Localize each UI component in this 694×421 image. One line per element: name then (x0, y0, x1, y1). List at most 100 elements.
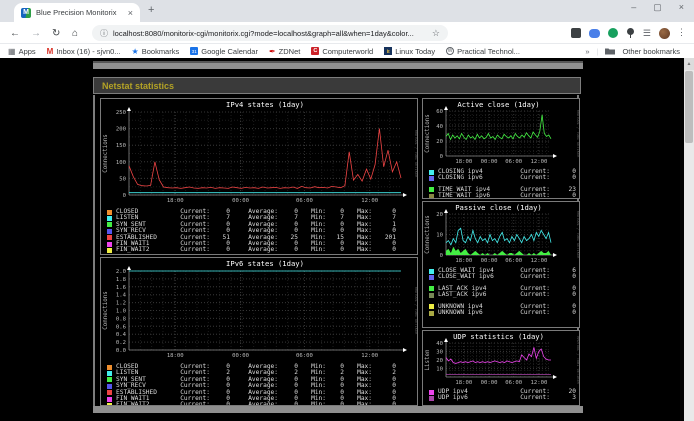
apps-shortcut[interactable]: ▦ Apps (8, 47, 36, 56)
legend-key: Current: (500, 193, 550, 199)
legend-value: 0 (550, 175, 576, 181)
window-minimize-button[interactable]: – (631, 2, 636, 13)
back-icon[interactable]: ← (10, 28, 20, 39)
scrollbar-up-arrow[interactable]: ▲ (684, 58, 694, 70)
divider: | (597, 47, 599, 56)
reload-icon[interactable]: ↻ (52, 28, 60, 39)
rrdtool-watermark: RRDTOOL / TOBI OETIKER (576, 211, 580, 259)
y-tick-label: 1.4 (116, 293, 127, 299)
section-header: Netstat statistics (93, 77, 581, 94)
browser-toolbar: ← → ↻ ⌂ ⓘ localhost:8080/monitorix-cgi/m… (0, 22, 694, 44)
computerworld-icon: C (311, 47, 319, 55)
active-close-legend: CLOSING ipv4Current:0CLOSING ipv6Current… (423, 167, 579, 199)
calendar-icon: 31 (190, 47, 198, 55)
y-tick-label: 200 (116, 127, 126, 133)
passive-close-legend: CLOSE_WAIT ipv4Current:6CLOSE_WAIT ipv6C… (423, 266, 579, 316)
browser-menu-icon[interactable]: ⋮ (677, 27, 686, 38)
legend-row: CLOSING ipv6Current:0 (429, 175, 579, 181)
legend-swatch (429, 293, 434, 298)
legend-value: 0 (278, 247, 298, 253)
y-tick-label: 30 (436, 350, 443, 356)
x-tick-label: 00:00 (481, 159, 498, 165)
x-tick-label: 12:00 (531, 159, 548, 165)
other-bookmarks-button[interactable]: Other bookmarks (622, 47, 680, 56)
browser-tab[interactable]: M Blue Precision Monitorix × (14, 3, 140, 22)
window-close-button[interactable]: × (679, 2, 684, 13)
scrollbar-thumb[interactable] (685, 71, 693, 143)
legend-swatch (107, 371, 112, 376)
legend-swatch (429, 269, 434, 274)
pin-extension-icon[interactable] (626, 28, 635, 38)
profile-avatar[interactable] (659, 28, 670, 39)
section-frame-bottom (93, 406, 583, 413)
page-scrollbar[interactable]: ▲ (684, 58, 694, 421)
legend-swatch (107, 216, 112, 221)
active-close-graph[interactable]: 020406018:0000:0006:0012:00Active close … (422, 98, 580, 199)
bookmark-label: Practical Technol... (457, 47, 520, 56)
extension-icon[interactable] (571, 28, 581, 38)
x-tick-label: 18:00 (455, 380, 472, 386)
ipv4-states-legend: CLOSEDCurrent:0Average:0Min:0Max:0LISTEN… (101, 207, 417, 254)
legend-swatch (107, 222, 112, 227)
legend-swatch (429, 304, 434, 309)
rrdtool-watermark: RRDTOOL / TOBI OETIKER (414, 287, 418, 335)
rrdtool-watermark: RRDTOOL / TOBI OETIKER (576, 110, 580, 158)
legend-row: TIME_WAIT ipv6Current:0 (429, 193, 579, 199)
x-tick-label: 18:00 (455, 258, 472, 264)
ipv4-states-chart[interactable]: 05010015020025018:0000:0006:0012:00IPv4 … (101, 99, 418, 207)
legend-swatch (107, 248, 112, 253)
y-axis-label: Listen (425, 350, 431, 371)
legend-value: 0 (550, 292, 576, 298)
y-tick-label: 0 (440, 154, 443, 160)
bookmark-label: Computerworld (322, 47, 373, 56)
bookmark-star-icon[interactable]: ☆ (432, 28, 440, 39)
legend-label: UNKNOWN ipv6 (438, 310, 500, 316)
y-tick-label: 50 (119, 176, 126, 182)
bookmark-label: Google Calendar (201, 47, 258, 56)
bookmark-google-calendar[interactable]: 31 Google Calendar (190, 47, 258, 56)
home-icon[interactable]: ⌂ (72, 28, 78, 39)
extension-icon[interactable] (589, 29, 600, 38)
bookmarks-overflow-chevron[interactable]: » (585, 47, 589, 56)
active-close-chart[interactable]: 020406018:0000:0006:0012:00Active close … (423, 99, 580, 167)
bookmark-practical-technology[interactable]: W Practical Technol... (446, 47, 520, 56)
bookmark-bookmarks[interactable]: ★ Bookmarks (132, 47, 180, 56)
legend-key: Max: (344, 247, 372, 253)
forward-icon[interactable]: → (31, 28, 41, 39)
legend-row: LAST_ACK ipv6Current:0 (429, 292, 579, 298)
passive-close-graph[interactable]: 0102018:0000:0006:0012:00Passive close (… (422, 201, 580, 328)
y-tick-label: 10 (436, 233, 443, 239)
zdnet-icon: ✒ (269, 47, 276, 56)
y-tick-label: 150 (116, 143, 126, 149)
url-text[interactable]: localhost:8080/monitorix-cgi/monitorix.c… (113, 29, 427, 38)
passive-close-chart[interactable]: 0102018:0000:0006:0012:00Passive close (… (423, 202, 580, 266)
legend-key: Current: (500, 175, 550, 181)
bookmark-computerworld[interactable]: C Computerworld (311, 47, 373, 56)
y-tick-label: 0.0 (116, 348, 126, 354)
legend-swatch (429, 194, 434, 199)
udp-statistics-chart[interactable]: 1020304018:0000:0006:0012:00UDP statisti… (423, 331, 580, 387)
tab-close-icon[interactable]: × (128, 8, 133, 18)
y-axis-label: Connections (425, 215, 431, 253)
gmail-icon: M (47, 47, 54, 56)
x-tick-label: 06:00 (505, 258, 522, 264)
legend-row: CLOSE_WAIT ipv6Current:0 (429, 274, 579, 280)
ipv6-states-graph[interactable]: 0.00.20.40.60.81.01.21.41.61.82.018:0000… (100, 257, 418, 406)
y-tick-label: 1.2 (116, 301, 126, 307)
address-bar[interactable]: ⓘ localhost:8080/monitorix-cgi/monitorix… (92, 25, 448, 41)
chart-title: UDP statistics (1day) (453, 332, 544, 341)
legend-label: CLOSE_WAIT ipv6 (438, 274, 500, 280)
extension-icon[interactable] (608, 28, 618, 38)
reading-list-icon[interactable]: ☰ (643, 28, 651, 38)
bookmark-inbox[interactable]: M Inbox (16) - sjvn0... (47, 47, 121, 56)
udp-statistics-graph[interactable]: 1020304018:0000:0006:0012:00UDP statisti… (422, 330, 580, 406)
new-tab-button[interactable]: + (148, 4, 154, 16)
page-info-icon[interactable]: ⓘ (100, 28, 108, 39)
bookmark-linux-today[interactable]: lt Linux Today (384, 47, 435, 56)
bookmark-zdnet[interactable]: ✒ ZDNet (269, 47, 300, 56)
tab-strip: M Blue Precision Monitorix × + – ▢ × (0, 0, 694, 22)
x-tick-label: 18:00 (167, 198, 184, 204)
ipv4-states-graph[interactable]: 05010015020025018:0000:0006:0012:00IPv4 … (100, 98, 418, 255)
window-maximize-button[interactable]: ▢ (653, 2, 662, 13)
ipv6-states-chart[interactable]: 0.00.20.40.60.81.01.21.41.61.82.018:0000… (101, 258, 418, 362)
